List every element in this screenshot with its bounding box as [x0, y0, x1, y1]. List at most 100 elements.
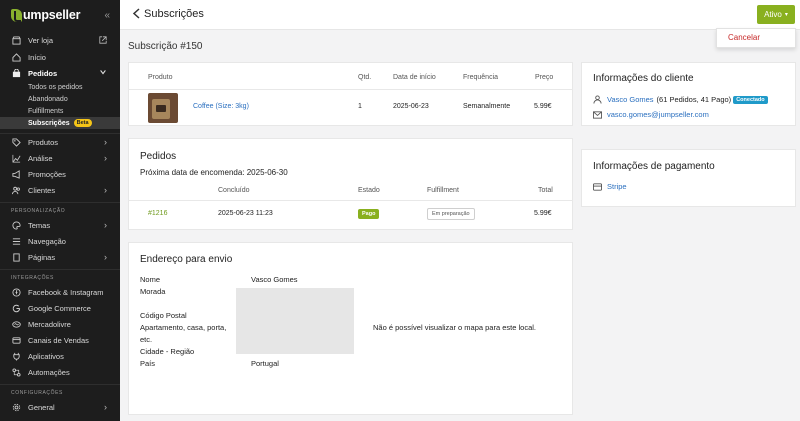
column-header-produto: Produto [148, 74, 173, 81]
status-button-label: Ativo [764, 10, 782, 19]
product-qty: 1 [358, 103, 362, 110]
sidebar-item-general[interactable]: General › [0, 399, 120, 415]
jumpseller-logo-icon [11, 8, 22, 22]
sidebar-subitem-abandonado[interactable]: Abandonado [0, 93, 120, 105]
sidebar-header: umpseller « [0, 0, 120, 30]
sidebar-item-label: Ver loja [28, 36, 54, 45]
customer-name-row: Vasco Gomes (61 Pedidos, 41 Pago) Conect… [593, 95, 768, 104]
customer-email-link[interactable]: vasco.gomes@jumpseller.com [607, 110, 709, 119]
label-apartamento: Apartamento, casa, porta, [140, 323, 227, 332]
sidebar-item-analise[interactable]: Análise › [0, 150, 120, 166]
customer-orders-summary: (61 Pedidos, 41 Pago) [656, 95, 732, 104]
column-header-qtd: Qtd. [358, 74, 372, 81]
sidebar-subitem-fulfillments[interactable]: Fulfillments [0, 105, 120, 117]
credit-card-icon [593, 182, 602, 191]
sidebar-item-ver-loja[interactable]: Ver loja [0, 32, 120, 49]
sidebar-item-inicio[interactable]: Início [0, 49, 120, 65]
shipping-name-value: Vasco Gomes [251, 275, 298, 284]
sidebar-item-label: Promoções [28, 169, 66, 179]
sidebar-item-temas[interactable]: Temas › [0, 217, 120, 233]
chevron-right-icon: › [104, 252, 107, 262]
tag-icon [11, 137, 21, 147]
sidebar-item-aplicativos[interactable]: Aplicativos [0, 348, 120, 364]
top-bar: Subscrições Ativo ▾ [120, 0, 800, 30]
orders-card [128, 138, 573, 230]
sidebar-item-mercadolivre[interactable]: Mercadolivre [0, 316, 120, 332]
label-etc: etc. [140, 335, 153, 344]
user-icon [593, 95, 602, 104]
sidebar-item-pedidos[interactable]: Pedidos [0, 65, 120, 81]
users-icon [11, 185, 21, 195]
sidebar-item-label: Google Commerce [28, 303, 91, 313]
back-arrow-icon[interactable] [132, 8, 141, 22]
external-link-icon [99, 35, 107, 46]
sidebar-subitem-subscricoes[interactable]: Subscrições Beta [0, 117, 120, 129]
payment-card [581, 149, 796, 207]
section-heading-integracoes: INTEGRAÇÕES [11, 275, 54, 281]
sidebar-item-facebook-instagram[interactable]: Facebook & Instagram [0, 284, 120, 300]
product-frequency: Semanalmente [463, 103, 511, 110]
sidebar-item-promocoes[interactable]: Promoções [0, 166, 120, 182]
store-icon [11, 36, 21, 46]
menu-icon [11, 236, 21, 246]
connected-badge: Conectado [733, 95, 768, 104]
sidebar-item-label: Navegação [28, 236, 66, 246]
megaphone-icon [11, 169, 21, 179]
payment-method-row: Stripe [593, 182, 627, 191]
sidebar-item-label: Produtos [28, 137, 59, 147]
column-header-estado: Estado [358, 187, 380, 194]
mail-icon [593, 110, 602, 119]
palette-icon [11, 220, 21, 230]
column-header-preco: Preço [535, 74, 554, 81]
product-link[interactable]: Coffee (Size: 3kg) [193, 103, 249, 110]
table-divider [128, 200, 573, 201]
product-price: 5.99€ [534, 103, 552, 110]
sidebar-item-paginas[interactable]: Páginas › [0, 249, 120, 265]
channels-icon [11, 335, 21, 345]
sidebar-item-label: Páginas [28, 252, 56, 262]
handshake-icon [11, 319, 21, 329]
sidebar-subitem-label: Abandonado [28, 95, 68, 103]
sidebar-subitem-label: Todos os pedidos [28, 83, 83, 91]
column-header-concluido: Concluído [218, 187, 250, 194]
payment-method-link[interactable]: Stripe [607, 182, 627, 191]
product-thumbnail[interactable] [148, 93, 178, 123]
sidebar-item-label: Clientes [28, 185, 56, 195]
logo[interactable]: umpseller [11, 8, 80, 22]
product-start-date: 2025-06-23 [393, 103, 429, 110]
column-header-total: Total [538, 187, 553, 194]
label-cidade-regiao: Cidade - Região [140, 347, 195, 356]
sidebar-subitem-todos-os-pedidos[interactable]: Todos os pedidos [0, 81, 120, 93]
sidebar-subitem-label: Fulfillments [28, 107, 64, 115]
chevron-down-icon [99, 68, 107, 78]
table-divider [128, 89, 573, 90]
gear-icon [11, 402, 21, 412]
sidebar-item-clientes[interactable]: Clientes › [0, 182, 120, 198]
customer-name-link[interactable]: Vasco Gomes [607, 95, 654, 104]
sidebar-item-label: Canais de Vendas [28, 335, 89, 345]
map-placeholder [236, 288, 354, 354]
sidebar-item-google-commerce[interactable]: Google Commerce [0, 300, 120, 316]
column-header-frequencia: Frequência [463, 74, 499, 81]
automation-icon [11, 367, 21, 377]
beta-badge: Beta [73, 119, 92, 127]
sidebar-item-automacoes[interactable]: Automações [0, 364, 120, 380]
status-dropdown-button[interactable]: Ativo ▾ [757, 5, 795, 24]
page-header-title: Subscrições [144, 8, 204, 20]
cancel-subscription-item[interactable]: Cancelar [728, 33, 760, 42]
sidebar-item-navegacao[interactable]: Navegação [0, 233, 120, 249]
label-nome: Nome [140, 275, 161, 284]
status-badge-pago: Pago [358, 209, 380, 219]
shopping-bag-icon [11, 68, 21, 78]
order-completed-date: 2025-06-23 11:23 [218, 210, 273, 217]
customer-title: Informações do cliente [593, 73, 694, 84]
logo-text: umpseller [23, 8, 81, 22]
google-icon [11, 303, 21, 313]
chevron-right-icon: › [104, 153, 107, 163]
sidebar-item-produtos[interactable]: Produtos › [0, 134, 120, 150]
pages-icon [11, 252, 21, 262]
collapse-sidebar-icon[interactable]: « [104, 10, 110, 21]
sidebar-item-canais-de-vendas[interactable]: Canais de Vendas [0, 332, 120, 348]
order-link[interactable]: #1216 [148, 210, 167, 217]
order-total: 5.99€ [534, 210, 552, 217]
